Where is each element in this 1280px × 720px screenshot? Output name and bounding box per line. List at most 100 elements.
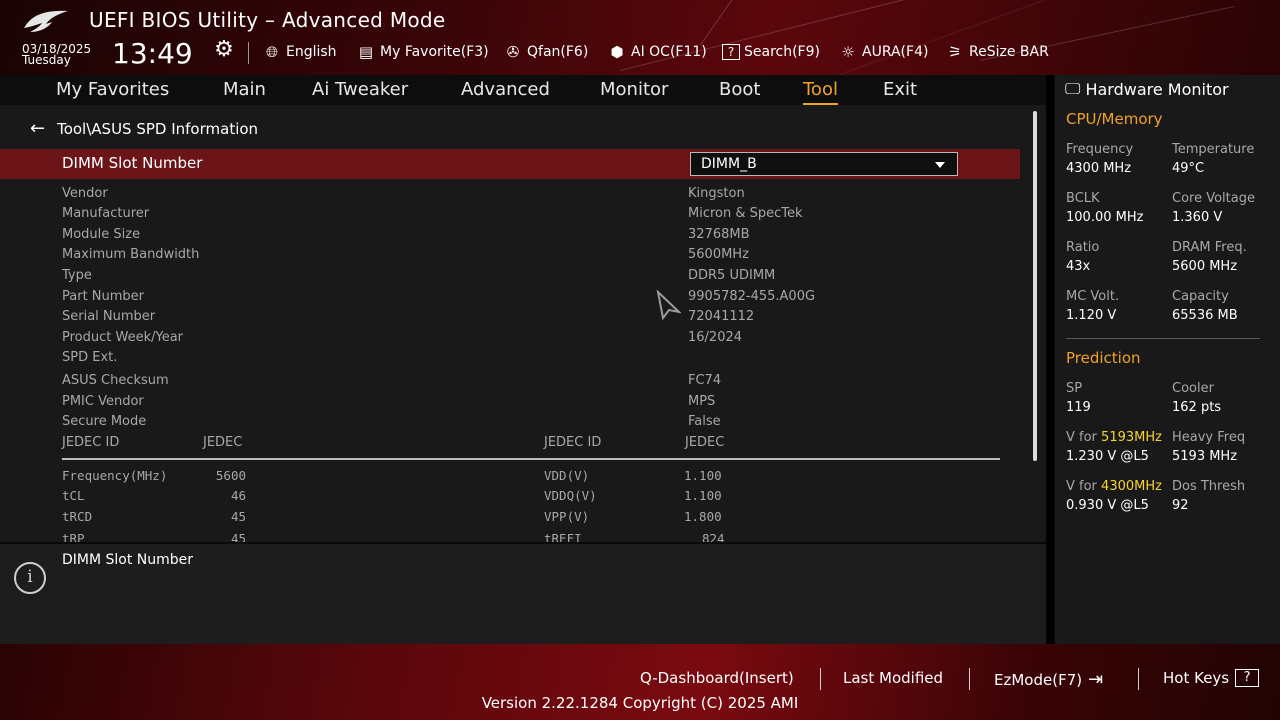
v-for-freq1: 5193MHz	[1101, 430, 1162, 445]
help-panel: i DIMM Slot Number	[0, 542, 1046, 644]
v-for-freq1-label: V for 5193MHz	[1066, 430, 1162, 445]
scrollbar[interactable]	[1033, 111, 1037, 461]
serial-number-label: Serial Number	[62, 309, 156, 324]
v-for-freq1-value: 1.230 V @L5	[1066, 449, 1149, 464]
search-icon: ?	[722, 44, 740, 60]
resize-bar-icon: ⚞	[948, 43, 962, 61]
mc-volt-value: 1.120 V	[1066, 308, 1117, 323]
qfan-button[interactable]: ✇ Qfan(F6)	[503, 42, 589, 62]
jedec-header-right: JEDEC	[685, 435, 725, 450]
last-modified-label: Last Modified	[843, 669, 944, 687]
jedec-vddq-label: VDDQ(V)	[544, 488, 597, 503]
help-key-icon: ?	[1235, 669, 1260, 687]
app-title: UEFI BIOS Utility – Advanced Mode	[89, 8, 446, 32]
my-favorite-button[interactable]: ▤ My Favorite(F3)	[356, 42, 489, 62]
prediction-section-title: Prediction	[1066, 349, 1141, 367]
settings-gear-icon[interactable]: ⚙	[212, 38, 236, 62]
dram-freq-value: 5600 MHz	[1172, 259, 1238, 274]
main-panel: ← Tool\ASUS SPD Information DIMM Slot Nu…	[0, 105, 1046, 542]
aura-label: AURA(F4)	[862, 44, 929, 60]
secure-mode-label: Secure Mode	[62, 414, 147, 429]
version-text: Version 2.22.1284 Copyright (C) 2025 AMI	[481, 694, 799, 712]
day-text: Tuesday	[22, 53, 71, 67]
ai-oc-button[interactable]: ⬢ AI OC(F11)	[607, 42, 706, 62]
resize-bar-button[interactable]: ⚞ ReSize BAR	[945, 42, 1049, 62]
heavy-freq-label: Heavy Freq	[1172, 430, 1246, 445]
hot-keys-label: Hot Keys	[1163, 669, 1230, 687]
dimm-slot-dropdown[interactable]: DIMM_B	[690, 152, 958, 176]
resize-bar-label: ReSize BAR	[969, 44, 1049, 60]
jedec-vpp-label: VPP(V)	[544, 509, 590, 524]
tab-monitor[interactable]: Monitor	[600, 79, 668, 100]
jedec-vdd-label: VDD(V)	[544, 468, 590, 483]
vendor-label: Vendor	[62, 186, 108, 201]
module-size-label: Module Size	[62, 227, 141, 242]
asus-checksum-value: FC74	[688, 373, 722, 388]
jedec-tcl-value: 46	[230, 488, 246, 503]
dram-freq-label: DRAM Freq.	[1172, 240, 1247, 255]
clock: 13:49	[112, 37, 193, 70]
favorite-icon: ▤	[358, 43, 374, 61]
pmic-vendor-label: PMIC Vendor	[62, 394, 144, 409]
bclk-label: BCLK	[1066, 191, 1100, 206]
jedec-id-header-right: JEDEC ID	[544, 435, 602, 450]
rog-logo-icon	[24, 10, 68, 32]
jedec-trcd-value: 45	[230, 509, 246, 524]
tab-my-favorites[interactable]: My Favorites	[56, 79, 169, 100]
v-for-freq2-value: 0.930 V @L5	[1066, 498, 1149, 513]
v-for-prefix: V for	[1066, 430, 1102, 445]
ai-oc-icon: ⬢	[610, 43, 624, 61]
product-week-year-value: 16/2024	[688, 330, 743, 345]
tab-main[interactable]: Main	[223, 79, 266, 100]
qfan-label: Qfan(F6)	[527, 44, 589, 60]
core-voltage-value: 1.360 V	[1172, 210, 1223, 225]
ezmode-label: EzMode(F7)	[994, 670, 1083, 689]
breadcrumb-path: Tool\ASUS SPD Information	[57, 119, 259, 138]
core-voltage-label: Core Voltage	[1172, 191, 1255, 206]
cpu-memory-section-title: CPU/Memory	[1066, 110, 1163, 128]
max-bandwidth-label: Maximum Bandwidth	[62, 247, 200, 262]
language-button[interactable]: 🌐︎ English	[262, 42, 337, 62]
last-modified-button[interactable]: Last Modified	[843, 669, 943, 687]
vendor-value: Kingston	[688, 186, 745, 201]
aura-button[interactable]: ☼ AURA(F4)	[838, 42, 928, 62]
jedec-id-header-left: JEDEC ID	[62, 435, 120, 450]
q-dashboard-button[interactable]: Q-Dashboard(Insert)	[640, 669, 794, 687]
dos-thresh-value: 92	[1172, 498, 1189, 513]
help-text: DIMM Slot Number	[62, 552, 194, 568]
jedec-header-left: JEDEC	[203, 435, 243, 450]
header-divider	[248, 42, 249, 64]
tab-advanced[interactable]: Advanced	[461, 79, 550, 100]
monitor-icon: 🖵︎	[1065, 79, 1081, 98]
language-label: English	[286, 44, 337, 60]
v-for-freq2-label: V for 4300MHz	[1066, 479, 1162, 494]
bclk-value: 100.00 MHz	[1066, 210, 1144, 225]
search-button[interactable]: ? Search(F9)	[722, 42, 820, 62]
hot-keys-button[interactable]: Hot Keys ?	[1163, 669, 1260, 687]
dos-thresh-label: Dos Thresh	[1172, 479, 1246, 494]
mouse-cursor-icon	[656, 290, 681, 320]
part-number-label: Part Number	[62, 289, 145, 304]
ezmode-button[interactable]: EzMode(F7) ⇥	[994, 669, 1103, 690]
info-icon: i	[14, 562, 46, 594]
jedec-trefi-value: 824	[702, 531, 725, 542]
tab-tool[interactable]: Tool	[803, 79, 838, 105]
dimm-slot-label: DIMM Slot Number	[62, 154, 203, 172]
jedec-vddq-value: 1.100	[684, 488, 722, 503]
type-value: DDR5 UDIMM	[688, 268, 776, 283]
max-bandwidth-value: 5600MHz	[688, 247, 749, 262]
hardware-monitor-panel: 🖵︎ Hardware Monitor CPU/Memory Frequency…	[1054, 75, 1280, 644]
sp-value: 119	[1066, 400, 1091, 415]
heavy-freq-value: 5193 MHz	[1172, 449, 1238, 464]
footer-bar: Q-Dashboard(Insert) Last Modified EzMode…	[0, 644, 1280, 720]
v-for-freq2: 4300MHz	[1101, 479, 1162, 494]
dimm-slot-row[interactable]: DIMM Slot Number DIMM_B	[0, 149, 1020, 179]
breadcrumb: ← Tool\ASUS SPD Information	[30, 118, 258, 139]
part-number-value: 9905782-455.A00G	[688, 289, 816, 304]
tab-boot[interactable]: Boot	[719, 79, 760, 100]
tab-exit[interactable]: Exit	[883, 79, 917, 100]
back-arrow-icon[interactable]: ←	[30, 118, 45, 139]
frequency-value: 4300 MHz	[1066, 161, 1132, 176]
tab-ai-tweaker[interactable]: Ai Tweaker	[312, 79, 408, 100]
sp-label: SP	[1066, 381, 1083, 396]
